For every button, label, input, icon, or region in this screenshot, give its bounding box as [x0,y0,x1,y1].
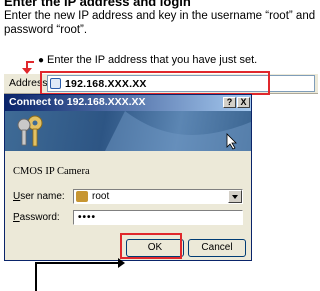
page-heading: Enter the IP address and login [4,0,191,9]
realm-text: CMOS IP Camera [13,166,90,177]
username-value: root [92,191,110,202]
help-button[interactable]: ? [223,97,236,108]
ok-highlight-box [120,233,182,259]
banner-graphic [17,111,251,151]
instruction-text: Enter the new IP address and key in the … [4,10,316,36]
keys-icon [17,115,43,147]
pointer-line-horizontal [35,262,123,264]
username-label: User name: [13,191,65,202]
dialog-title: Connect to 192.168.XXX.XX [9,96,146,108]
user-icon [76,191,88,202]
bullet-icon: ● [38,55,45,66]
username-combobox[interactable]: root [73,189,243,204]
close-button[interactable]: X [237,97,250,108]
password-input[interactable]: •••• [73,210,243,225]
address-highlight-box [40,71,270,95]
password-label: Password: [13,212,60,223]
dialog-banner [5,111,251,151]
password-value: •••• [78,212,97,223]
dialog-titlebar: Connect to 192.168.XXX.XX ? X [5,95,251,111]
pointer-arrow-head [118,258,125,268]
note-text-row: ● Enter the IP address that you have just… [38,54,257,66]
note-text: Enter the IP address that you have just … [47,54,258,66]
cancel-button[interactable]: Cancel [188,239,246,257]
pointer-line-vertical [35,262,37,291]
username-dropdown-button[interactable] [228,190,242,203]
